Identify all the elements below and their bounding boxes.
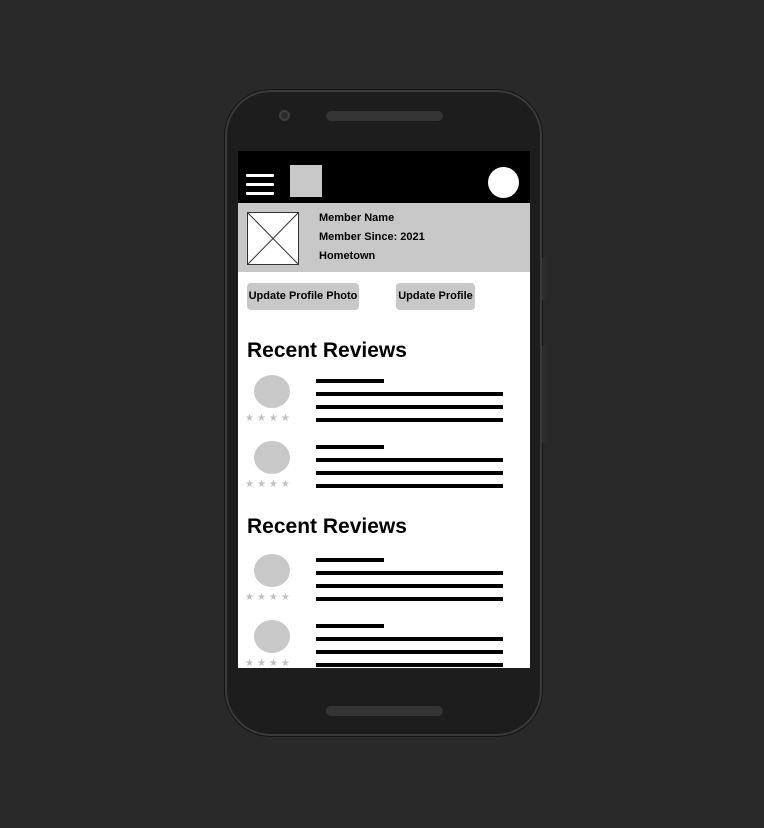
review-title-line: [316, 624, 384, 628]
review-text-line: [316, 458, 503, 462]
star-icon: ★★★★: [245, 658, 293, 668]
review-item[interactable]: ★★★★: [238, 441, 530, 501]
camera-icon: [279, 110, 290, 121]
volume-button: [542, 257, 547, 301]
review-text-line: [316, 471, 503, 475]
member-since: Member Since: 2021: [319, 231, 425, 243]
logo-placeholder: [290, 165, 322, 197]
bottom-bar: [326, 706, 443, 716]
reviewer-avatar: [254, 554, 290, 587]
review-text-line: [316, 405, 503, 409]
member-name: Member Name: [319, 212, 395, 224]
hometown: Hometown: [319, 250, 376, 262]
review-text-line: [316, 418, 503, 422]
star-icon: ★★★★: [245, 479, 293, 490]
review-text-line: [316, 637, 503, 641]
review-title-line: [316, 558, 384, 562]
review-item[interactable]: ★★★★: [238, 554, 530, 614]
hamburger-icon[interactable]: [246, 174, 274, 196]
star-icon: ★★★★: [245, 592, 293, 603]
review-title-line: [316, 379, 384, 383]
profile-header: Member Name Member Since: 2021 Hometown: [238, 203, 530, 272]
star-icon: ★★★★: [245, 413, 293, 424]
review-text-line: [316, 650, 503, 654]
image-placeholder-icon: [247, 212, 299, 265]
update-profile-button[interactable]: Update Profile: [396, 283, 475, 310]
avatar-icon[interactable]: [488, 167, 519, 198]
review-item[interactable]: ★★★★: [238, 620, 530, 668]
review-item[interactable]: ★★★★: [238, 375, 530, 435]
review-text-line: [316, 392, 503, 396]
reviewer-avatar: [254, 375, 290, 408]
section-title: Recent Reviews: [247, 339, 407, 362]
review-text-line: [316, 571, 503, 575]
review-text-line: [316, 597, 503, 601]
review-title-line: [316, 445, 384, 449]
review-text-line: [316, 663, 503, 667]
review-text-line: [316, 584, 503, 588]
reviewer-avatar: [254, 441, 290, 474]
reviewer-avatar: [254, 620, 290, 653]
top-bar: [238, 151, 530, 203]
review-text-line: [316, 484, 503, 488]
section-title: Recent Reviews: [247, 515, 407, 538]
power-button: [542, 345, 547, 443]
speaker-grille: [326, 111, 443, 121]
screen: Member Name Member Since: 2021 Hometown …: [238, 151, 530, 668]
update-profile-photo-button[interactable]: Update Profile Photo: [247, 283, 359, 310]
